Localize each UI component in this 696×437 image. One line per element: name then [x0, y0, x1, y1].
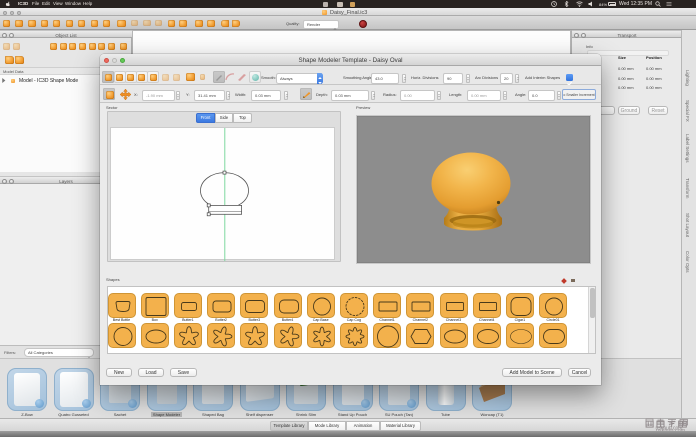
svg-text:uskhub.com: uskhub.com [656, 426, 683, 432]
